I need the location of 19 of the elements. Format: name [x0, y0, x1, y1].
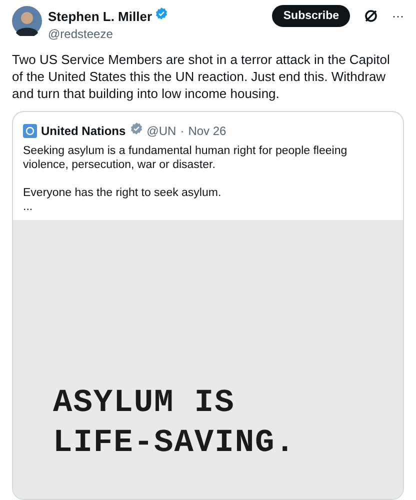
avatar[interactable]	[12, 6, 42, 36]
author-handle[interactable]: @redsteeze	[48, 27, 266, 41]
quoted-author-handle: @UN	[146, 124, 176, 138]
media-image[interactable]: ASYLUM IS LIFE-SAVING.	[13, 220, 403, 499]
verified-badge-icon	[130, 122, 143, 135]
post-date: Nov 26	[188, 124, 226, 138]
verified-badge-icon	[155, 7, 168, 20]
post-text: Two US Service Members are shot in a terror attack in the Capitol of the United States this the UN reaction. Just end this. Withdraw and turn that building into low income housing.	[12, 51, 391, 102]
author-name[interactable]: Stephen L. Miller	[48, 8, 152, 24]
poster-text: ASYLUM IS	[53, 383, 236, 423]
separator: ·	[180, 124, 184, 138]
quoted-text: Seeking asylum is a fundamental human right for people fleeing violence, persecution, war or disaster.	[23, 144, 348, 172]
poster-text: LIFE-SAVING.	[53, 423, 296, 463]
quoted-post-card[interactable]: United Nations @UN · Nov 26 Seeking asylum is a fundamental human right for people fleeing violence, persecution, war or disaster. Everyone has the right to seek asylum. ... ASYLUM IS LIFE-SAVING.	[12, 111, 404, 500]
quoted-author-name[interactable]: United Nations	[41, 124, 126, 138]
subscribe-button[interactable]: Subscribe	[272, 5, 350, 27]
more-button[interactable]: ···	[392, 9, 404, 23]
quoted-text: ...	[23, 200, 34, 214]
quoted-text: Everyone has the right to seek asylum.	[23, 186, 222, 200]
